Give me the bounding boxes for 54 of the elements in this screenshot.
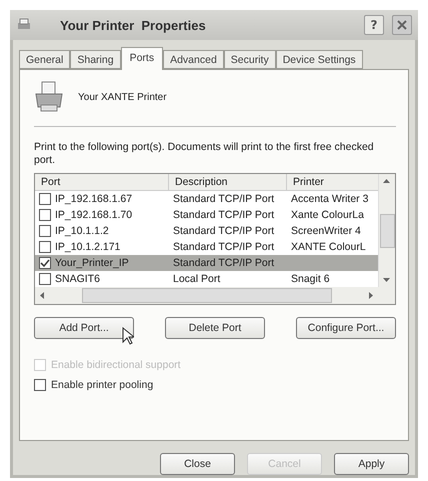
- table-cell: Local Port: [173, 273, 220, 285]
- tab[interactable]: General: [19, 50, 70, 69]
- horizontal-scrollbar[interactable]: [35, 287, 378, 304]
- table-cell: IP_192.168.1.67: [55, 193, 132, 205]
- tab[interactable]: Device Settings: [276, 50, 363, 69]
- table-cell: SNAGIT6: [55, 273, 100, 285]
- table-cell: XANTE ColourL: [291, 241, 366, 253]
- table-cell: IP_10.1.2.171: [55, 241, 120, 253]
- printer-icon: [34, 81, 64, 113]
- option-label: Enable bidirectional support: [51, 359, 181, 371]
- tab[interactable]: Advanced: [163, 50, 224, 69]
- window-title: Your Printer Properties: [59, 18, 207, 32]
- port-row[interactable]: IP_192.168.1.70 Standard TCP/IP Port Xante ColourLa: [35, 207, 378, 223]
- checkbox[interactable]: [39, 209, 51, 221]
- vertical-scrollbar[interactable]: [378, 174, 395, 287]
- tab[interactable]: Sharing: [70, 50, 121, 69]
- table-cell: Snagit 6: [291, 273, 330, 285]
- port-button[interactable]: Delete Port: [165, 317, 265, 339]
- port-row[interactable]: SNAGIT6 Local Port Snagit 6: [35, 271, 378, 287]
- port-row[interactable]: IP_10.1.2.171 Standard TCP/IP Port XANTE ColourL: [35, 239, 378, 255]
- table-cell: Standard TCP/IP Port: [173, 193, 274, 205]
- table-cell: Xante ColourLa: [291, 209, 364, 221]
- dialog-button[interactable]: Close: [160, 453, 235, 475]
- checkbox[interactable]: [39, 241, 51, 253]
- checkbox[interactable]: [34, 379, 46, 391]
- port-row[interactable]: IP_10.1.1.2 Standard TCP/IP Port ScreenWriter 4: [35, 223, 378, 239]
- table-cell: Standard TCP/IP Port: [173, 241, 274, 253]
- close-icon[interactable]: [392, 15, 412, 35]
- column-header[interactable]: Port: [35, 174, 169, 191]
- table-cell: Standard TCP/IP Port: [173, 225, 274, 237]
- checkbox[interactable]: [39, 257, 51, 269]
- table-cell: Standard TCP/IP Port: [173, 209, 274, 221]
- instructions-text: Print to the following port(s). Documents will print to the first free checked port.: [34, 141, 375, 167]
- table-cell: IP_192.168.1.70: [55, 209, 132, 221]
- port-button[interactable]: Add Port...: [34, 317, 134, 339]
- port-row[interactable]: Your_Printer_IP Standard TCP/IP Port: [35, 255, 378, 271]
- table-cell: Your_Printer_IP: [55, 257, 129, 269]
- option-label: Enable printer pooling: [51, 379, 154, 391]
- checkbox[interactable]: [39, 273, 51, 285]
- table-cell: ScreenWriter 4: [291, 225, 361, 237]
- tab[interactable]: Security: [224, 50, 276, 69]
- help-button[interactable]: ?: [364, 15, 384, 35]
- table-cell: Accenta Writer 3: [291, 193, 368, 205]
- checkbox[interactable]: [39, 193, 51, 205]
- dialog-button[interactable]: Apply: [334, 453, 409, 475]
- table-cell: IP_10.1.1.2: [55, 225, 109, 237]
- table-cell: Standard TCP/IP Port: [173, 257, 274, 269]
- tab[interactable]: Ports: [120, 47, 164, 70]
- column-header[interactable]: Description: [169, 174, 287, 191]
- port-row[interactable]: IP_192.168.1.67 Standard TCP/IP Port Accenta Writer 3: [35, 191, 378, 207]
- mouse-pointer-icon: [122, 327, 134, 345]
- printer-name: Your XANTE Printer: [78, 92, 167, 102]
- port-button[interactable]: Configure Port...: [296, 317, 396, 339]
- checkbox[interactable]: [39, 225, 51, 237]
